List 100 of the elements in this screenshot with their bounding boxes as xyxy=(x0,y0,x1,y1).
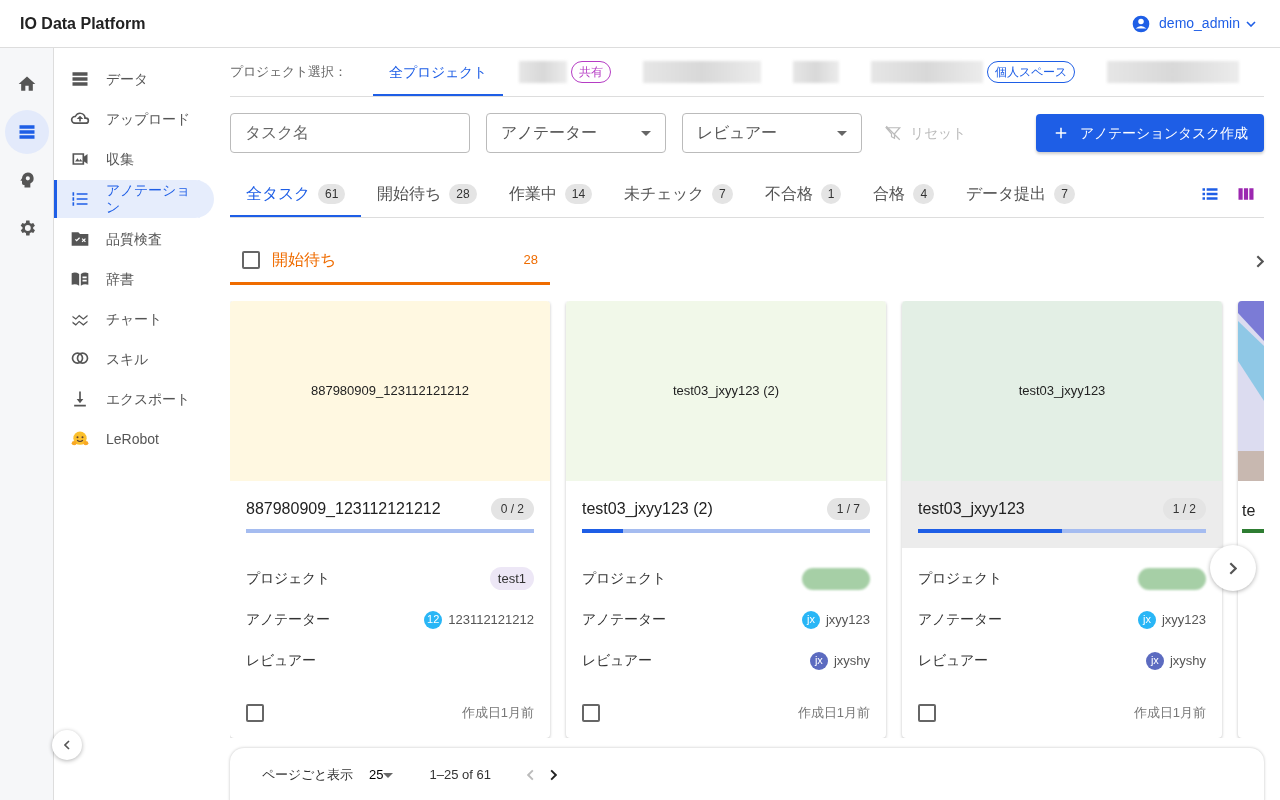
scroll-right-button[interactable] xyxy=(1256,255,1264,268)
task-card[interactable]: test03_jxyy123 (2) test03_jxyy123 (2) 1 / 7 プロジェクト アノテーター jx jxyy123 レビュアー jx jxyshy 作成日1月前 xyxy=(566,301,886,738)
blurred-chip xyxy=(1138,567,1206,590)
field-label: プロジェクト xyxy=(246,569,330,588)
reviewer-select[interactable]: レビュアー xyxy=(682,113,862,153)
card-title: test03_jxyy123 (2) xyxy=(582,499,713,519)
field-label: レビュアー xyxy=(918,651,988,670)
avatar: 12 xyxy=(424,610,443,629)
avatar: jx xyxy=(809,651,828,670)
preview-title: test03_jxyy123 (2) xyxy=(672,382,780,401)
task-name-field[interactable]: タスク名 xyxy=(230,113,470,153)
count-badge: 28 xyxy=(449,184,477,204)
annotator-select[interactable]: アノテーター xyxy=(486,113,666,153)
chevron-right-icon xyxy=(1229,561,1237,575)
created-date: 作成日1月前 xyxy=(461,704,534,722)
count-badge: 7 xyxy=(1054,184,1075,204)
status-tab[interactable]: データ提出 7 xyxy=(950,171,1091,217)
card-title: 887980909_123112121212 xyxy=(246,499,441,519)
numbered-list-icon xyxy=(70,189,90,209)
progress-count: 0 / 2 xyxy=(490,498,534,520)
status-tab[interactable]: 合格 4 xyxy=(857,171,951,217)
per-page-select[interactable]: 25 xyxy=(369,765,394,785)
count-badge: 61 xyxy=(318,184,346,204)
field-label: アノテーター xyxy=(582,610,666,629)
user-name: 123112121212 xyxy=(448,610,534,629)
count-badge: 14 xyxy=(564,184,593,204)
user-menu-button[interactable]: demo_admin xyxy=(1125,12,1260,35)
collapse-button[interactable] xyxy=(52,730,82,760)
column-count: 28 xyxy=(523,251,538,270)
project-chip: test1 xyxy=(489,566,534,591)
sidebar-item[interactable]: LeRobot xyxy=(54,420,214,458)
count-badge: 4 xyxy=(913,184,935,204)
field-label: プロジェクト xyxy=(582,569,666,588)
sidebar-item[interactable]: チャート xyxy=(54,300,214,338)
created-date: 作成日1月前 xyxy=(1133,704,1206,722)
count-badge: 1 xyxy=(820,184,842,204)
user-name: jxyshy xyxy=(1169,651,1206,670)
storage-icon xyxy=(70,69,90,89)
chevron-right-icon xyxy=(1256,255,1264,268)
sidebar-item[interactable]: アノテーション xyxy=(54,180,214,218)
field-label: アノテーター xyxy=(246,610,330,629)
user-name: jxyy123 xyxy=(825,610,870,629)
checkbox[interactable] xyxy=(582,703,600,722)
task-card[interactable]: test03_jxyy123 test03_jxyy123 1 / 2 プロジェクト アノテーター jx jxyy123 レビュアー jx jxyshy 作成日1月前 xyxy=(902,301,1222,738)
sidebar-item[interactable]: 辞書 xyxy=(54,260,214,298)
blurred-chip xyxy=(802,567,870,590)
checkbox[interactable] xyxy=(246,703,264,722)
filter-off-icon xyxy=(884,124,902,142)
home-icon xyxy=(16,74,37,94)
field-label: アノテーター xyxy=(918,610,1002,629)
project-select-label: プロジェクト選択： xyxy=(230,63,347,82)
chevron-down-icon xyxy=(1246,20,1256,27)
progress-count: 1 / 2 xyxy=(1162,498,1206,520)
account-icon xyxy=(1131,13,1152,34)
card-title: test03_jxyy123 xyxy=(918,499,1025,519)
field-label: レビュアー xyxy=(582,651,652,670)
sidebar-item[interactable]: アップロード xyxy=(54,100,214,138)
caret-icon xyxy=(641,130,651,136)
caret-icon xyxy=(383,772,394,778)
status-tab[interactable]: 不合格 1 xyxy=(748,171,858,217)
preview-title: 887980909_123112121212 xyxy=(310,382,470,401)
chevron-left-icon xyxy=(526,769,534,781)
project-tab[interactable]: 個人スペース xyxy=(855,48,1091,96)
chevron-left-icon xyxy=(64,740,70,750)
card-title: te xyxy=(1241,501,1257,521)
project-badge: 共有 xyxy=(571,61,611,83)
page-range: 1–25 of 61 xyxy=(429,766,491,785)
sidebar-item[interactable]: 収集 xyxy=(54,140,214,178)
create-task-button[interactable]: アノテーションタスク作成 xyxy=(1036,114,1264,152)
next-page-button[interactable] xyxy=(549,769,557,781)
checkbox[interactable] xyxy=(918,703,936,722)
created-date: 作成日1月前 xyxy=(797,704,870,722)
user-name: jxyy123 xyxy=(1161,610,1206,629)
app-title: IO Data Platform xyxy=(20,13,146,34)
avatar: jx xyxy=(1145,651,1164,670)
sidebar-item[interactable]: 品質検査 xyxy=(54,220,214,258)
project-badge: 個人スペース xyxy=(987,61,1075,83)
column-title: 開始待ち xyxy=(272,250,337,270)
avatar: jx xyxy=(801,610,820,629)
sidebar-item[interactable]: データ xyxy=(54,60,214,98)
rail-button[interactable] xyxy=(4,110,49,154)
project-tab[interactable]: 共有 xyxy=(503,48,627,96)
progress-count: 1 / 7 xyxy=(826,498,870,520)
per-page-label: ページごと表示 xyxy=(262,766,353,785)
preview-title: test03_jxyy123 xyxy=(1018,382,1106,401)
sidebar-item[interactable]: スキル xyxy=(54,340,214,378)
count-badge: 7 xyxy=(712,184,733,204)
sidebar-item[interactable]: エクスポート xyxy=(54,380,214,418)
chevron-right-icon xyxy=(549,769,557,781)
task-card[interactable]: 887980909_123112121212 887980909_123112121212 0 / 2 プロジェクト test1 アノテーター 12 123112121212 レビュアー 作成日1月前 xyxy=(230,301,550,738)
field-label: プロジェクト xyxy=(918,569,1002,588)
status-tab[interactable]: 未チェック 7 xyxy=(608,171,749,217)
status-tab[interactable]: 開始待ち 28 xyxy=(361,171,493,217)
user-name: jxyshy xyxy=(833,651,870,670)
avatar: jx xyxy=(1137,610,1156,629)
caret-icon xyxy=(837,130,847,136)
project-tab[interactable]: 全プロジェクト xyxy=(373,48,503,96)
status-tab[interactable]: 全タスク 61 xyxy=(230,171,362,217)
status-tab[interactable]: 作業中 14 xyxy=(492,171,609,217)
checkbox[interactable] xyxy=(242,251,260,269)
